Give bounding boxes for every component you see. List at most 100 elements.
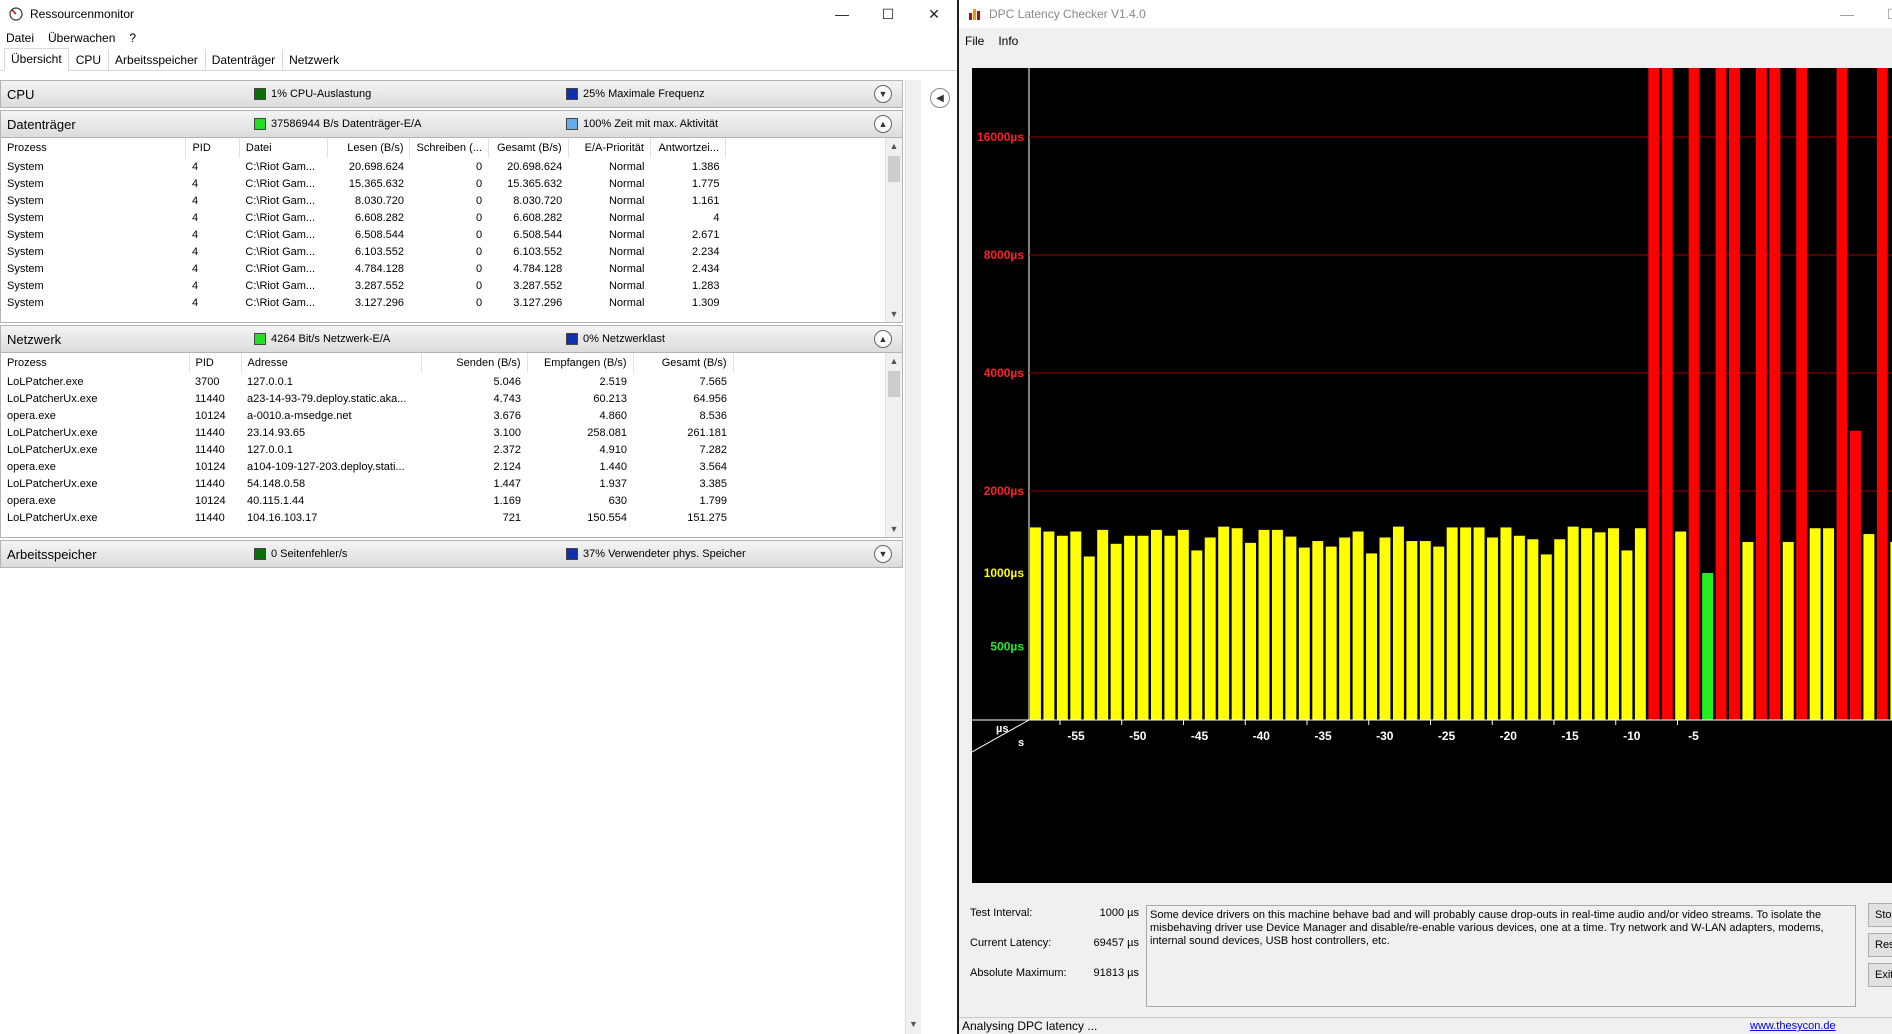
latency-bar (1500, 527, 1512, 720)
network-table-row[interactable]: LoLPatcherUx.exe 11440 54.148.0.58 1.447 1.9… (1, 475, 886, 492)
tab-uebersicht[interactable]: Übersicht (4, 48, 69, 71)
latency-bar (1863, 534, 1875, 720)
network-table-row[interactable]: LoLPatcher.exe 3700 127.0.0.1 5.046 2.519 7.5… (1, 373, 886, 390)
collapse-graphs-chevron-left-icon[interactable]: ◀ (930, 88, 950, 108)
network-table-scrollbar[interactable]: ▲ ▼ (885, 353, 902, 537)
menu-file[interactable]: File (965, 34, 984, 48)
tab-cpu[interactable]: CPU (69, 49, 108, 70)
x-tick-label: -50 (1129, 729, 1147, 743)
disk-table-cell: System (7, 160, 44, 173)
network-table-row[interactable]: LoLPatcherUx.exe 11440 104.16.103.17 721 150… (1, 509, 886, 526)
dpc-minimize-button[interactable]: — (1824, 0, 1870, 28)
network-table-cell: 104.16.103.17 (247, 511, 318, 524)
latency-bar (1177, 529, 1189, 720)
latency-bar (1487, 537, 1498, 720)
network-io-metric: 4264 Bit/s Netzwerk-E/A (254, 333, 390, 345)
disk-table-row[interactable]: System 4 C:\Riot Gam... 6.508.544 0 6.508.544… (1, 226, 726, 243)
disk-table-scrollbar[interactable]: ▲ ▼ (885, 138, 902, 322)
network-column-header[interactable]: Adresse (241, 353, 422, 373)
disk-table-row[interactable]: System 4 C:\Riot Gam... 20.698.624 0 20.698.6… (1, 158, 726, 175)
scroll-up-icon[interactable]: ▲ (886, 138, 902, 154)
overview-scrollbar[interactable]: ▼ (905, 80, 921, 1034)
scroll-up-icon[interactable]: ▲ (886, 353, 902, 369)
memory-section: Arbeitsspeicher 0 Seitenfehler/s 37% Ver… (0, 540, 903, 568)
network-table-row[interactable]: LoLPatcherUx.exe 11440 23.14.93.65 3.100 258… (1, 424, 886, 441)
latency-bar (1298, 547, 1310, 720)
network-section-header[interactable]: Netzwerk 4264 Bit/s Netzwerk-E/A 0% Netz… (1, 326, 902, 353)
network-column-header[interactable]: Gesamt (B/s) (633, 353, 734, 373)
network-table-row[interactable]: LoLPatcherUx.exe 11440 a23-14-93-79.deploy… (1, 390, 886, 407)
network-io-text: 4264 Bit/s Netzwerk-E/A (271, 333, 391, 345)
disk-column-header[interactable]: Lesen (B/s) (327, 138, 411, 158)
network-table-row[interactable]: opera.exe 10124 a104-109-127-203.deploy.st… (1, 458, 886, 475)
disk-table-row[interactable]: System 4 C:\Riot Gam... 8.030.720 0 8.030.720… (1, 192, 726, 209)
network-column-header[interactable]: PID (189, 353, 242, 373)
disk-table-cell: 0 (475, 228, 483, 241)
cpu-section-header[interactable]: CPU 1% CPU-Auslastung 25% Maximale Frequ… (1, 81, 902, 107)
dpc-menubar: File Info (959, 28, 1892, 54)
collapse-chevron-up-icon[interactable]: ▲ (874, 330, 892, 348)
disk-column-header[interactable]: Gesamt (B/s) (488, 138, 569, 158)
tab-datentraeger[interactable]: Datenträger (204, 49, 282, 70)
scroll-thumb[interactable] (888, 371, 900, 397)
disk-table-row[interactable]: System 4 C:\Riot Gam... 6.103.552 0 6.103.552… (1, 243, 726, 260)
network-table-row[interactable]: opera.exe 10124 a-0010.a-msedge.net 3.676 4.… (1, 407, 886, 424)
network-table-cell: 1.169 (493, 494, 521, 507)
disk-column-header[interactable]: Prozess (1, 138, 187, 158)
scroll-down-icon[interactable]: ▼ (886, 521, 902, 537)
disk-table-row[interactable]: System 4 C:\Riot Gam... 15.365.632 0 15.365.6… (1, 175, 726, 192)
network-section: Netzwerk 4264 Bit/s Netzwerk-E/A 0% Netz… (0, 325, 903, 538)
network-table-row[interactable]: LoLPatcherUx.exe 11440 127.0.0.1 2.372 4.910… (1, 441, 886, 458)
minimize-button[interactable]: — (819, 0, 865, 28)
close-button[interactable]: ✕ (911, 0, 957, 28)
latency-bar (1675, 531, 1687, 720)
dpc-titlebar[interactable]: DPC Latency Checker V1.4.0 — ☐ (959, 0, 1892, 28)
scroll-down-icon[interactable]: ▼ (906, 1019, 921, 1034)
memory-faults-swatch (254, 548, 266, 560)
latency-bar (1137, 535, 1149, 720)
tab-netzwerk[interactable]: Netzwerk (282, 49, 346, 70)
disk-column-header[interactable]: PID (185, 138, 240, 158)
latency-bar (1419, 541, 1431, 720)
disk-table-row[interactable]: System 4 C:\Riot Gam... 6.608.282 0 6.608.282… (1, 209, 726, 226)
network-table-cell: 4.860 (599, 409, 627, 422)
dpc-maximize-button[interactable]: ☐ (1870, 0, 1892, 28)
scroll-thumb[interactable] (888, 156, 900, 182)
disk-column-header[interactable]: E/A-Priorität (568, 138, 651, 158)
resmon-titlebar[interactable]: Ressourcenmonitor — ☐ ✕ (0, 0, 957, 28)
memory-section-header[interactable]: Arbeitsspeicher 0 Seitenfehler/s 37% Ver… (1, 541, 902, 567)
disk-table-cell: 0 (475, 245, 483, 258)
disk-section-header[interactable]: Datenträger 37586944 B/s Datenträger-E/A… (1, 111, 902, 138)
disk-table-cell: System (7, 262, 44, 275)
disk-table-row[interactable]: System 4 C:\Riot Gam... 3.287.552 0 3.287.552… (1, 277, 726, 294)
network-column-header[interactable]: Empfangen (B/s) (527, 353, 634, 373)
expand-chevron-down-icon[interactable]: ▼ (874, 85, 892, 103)
menu-info[interactable]: Info (998, 34, 1018, 48)
maximize-button[interactable]: ☐ (865, 0, 911, 28)
collapse-chevron-up-icon[interactable]: ▲ (874, 115, 892, 133)
menu-ueberwachen[interactable]: Überwachen (48, 31, 115, 45)
tab-arbeitsspeicher[interactable]: Arbeitsspeicher (108, 49, 205, 70)
disk-table-row[interactable]: System 4 C:\Riot Gam... 4.784.128 0 4.784.128… (1, 260, 726, 277)
thesycon-link[interactable]: www.thesycon.de (1750, 1020, 1836, 1032)
disk-column-header[interactable]: Datei (239, 138, 329, 158)
reset-button[interactable]: Reset (1868, 933, 1892, 957)
network-table-cell: 60.213 (593, 392, 627, 405)
menu-help[interactable]: ? (129, 31, 136, 45)
network-column-header[interactable]: Prozess (1, 353, 190, 373)
stop-button[interactable]: Stop (1868, 903, 1892, 927)
menu-datei[interactable]: Datei (6, 31, 34, 45)
y-tick-label: 4000µs (984, 366, 1025, 380)
disk-column-header[interactable]: Schreiben (... (409, 138, 489, 158)
x-tick-label: -35 (1314, 729, 1332, 743)
disk-column-header[interactable]: Antwortzei... (650, 138, 727, 158)
exit-button[interactable]: Exit (1868, 963, 1892, 987)
expand-chevron-down-icon[interactable]: ▼ (874, 545, 892, 563)
memory-used-metric: 37% Verwendeter phys. Speicher (566, 548, 746, 560)
network-table-row[interactable]: opera.exe 10124 40.115.1.44 1.169 630 1.799 (1, 492, 886, 509)
disk-table-row[interactable]: System 4 C:\Riot Gam... 3.127.296 0 3.127.296… (1, 294, 726, 311)
network-column-header[interactable]: Senden (B/s) (421, 353, 528, 373)
scroll-down-icon[interactable]: ▼ (886, 306, 902, 322)
y-tick-label: 2000µs (984, 484, 1025, 498)
network-load-metric: 0% Netzwerklast (566, 333, 665, 345)
